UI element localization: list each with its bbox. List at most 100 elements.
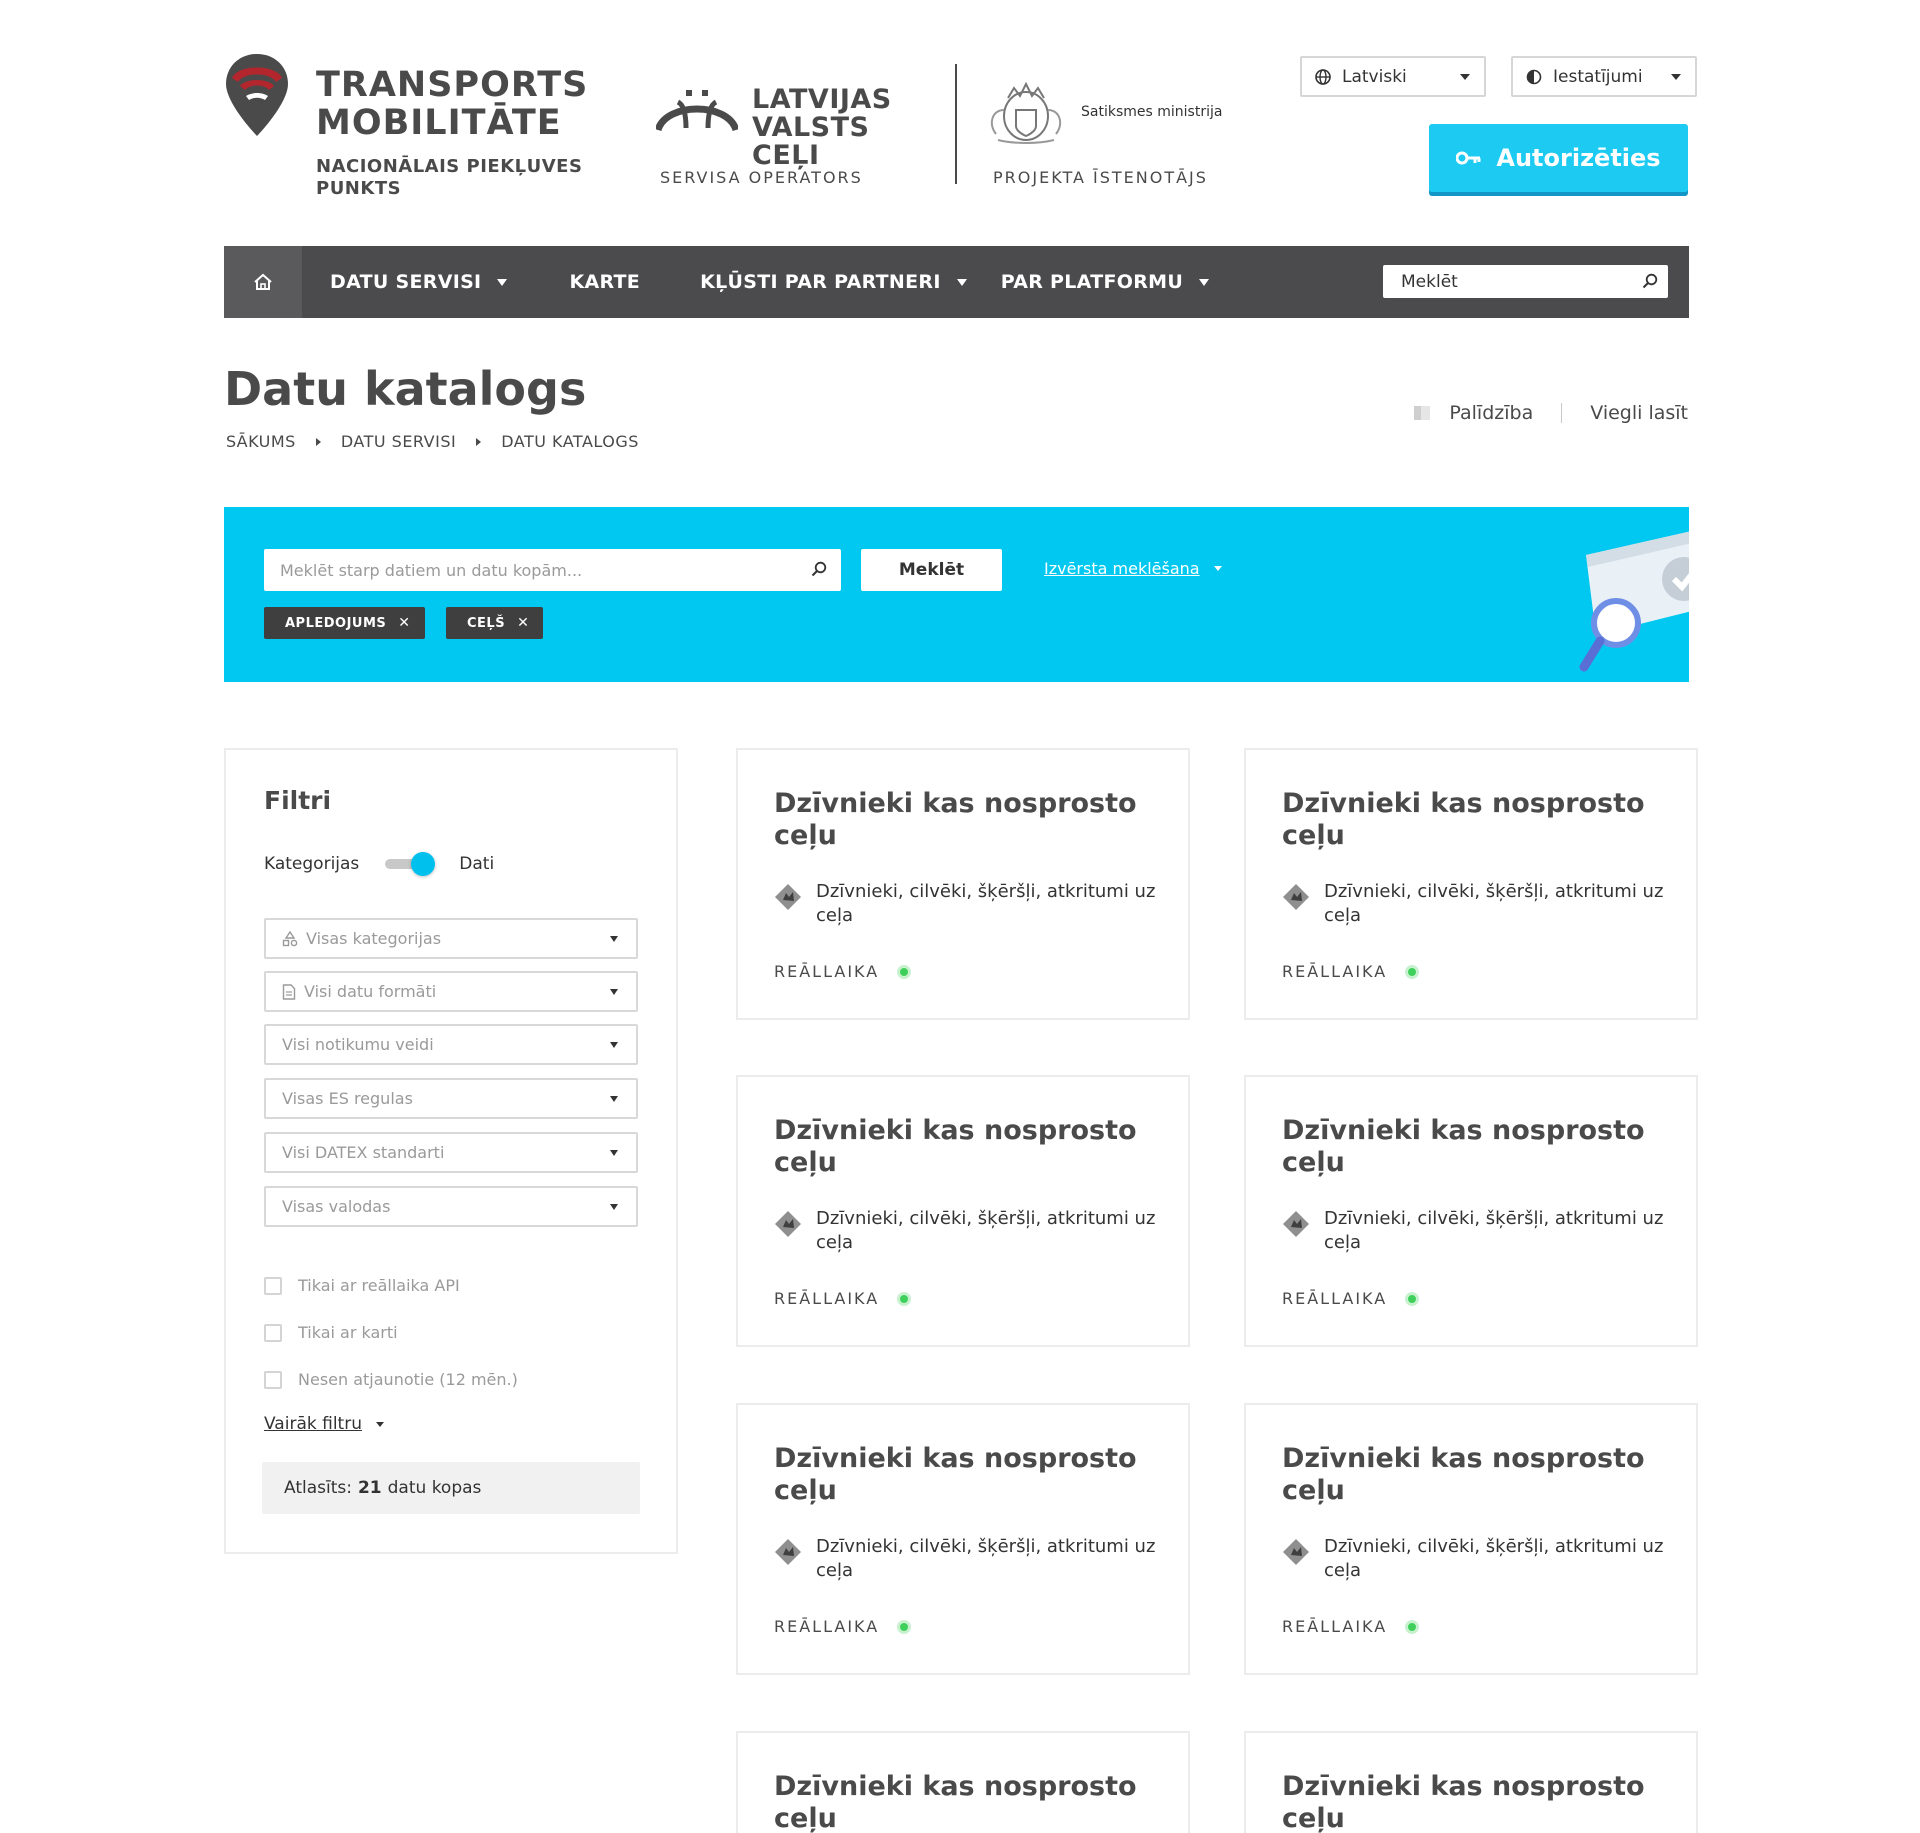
selected-count-box: Atlasīts: 21 datu kopas [262, 1462, 640, 1514]
nav-item-label: KARTE [569, 271, 641, 293]
home-button[interactable] [224, 246, 302, 318]
search-icon[interactable] [811, 561, 827, 577]
easy-read-link[interactable]: Viegli lasīt [1590, 402, 1688, 424]
checkbox-box[interactable] [264, 1370, 282, 1389]
ministry-logo: Satiksmes ministrija [984, 80, 1222, 150]
status-label: REĀLLAIKA [1282, 1617, 1388, 1636]
breadcrumb-item[interactable]: SĀKUMS [226, 432, 296, 451]
roadblock-icon [775, 884, 801, 910]
remove-tag-icon[interactable]: ✕ [398, 615, 410, 631]
nav-search-input[interactable]: Meklēt [1383, 265, 1668, 298]
book-icon [1414, 406, 1431, 420]
breadcrumb-item-current: DATU KATALOGS [501, 432, 639, 451]
dataset-card[interactable]: Dzīvnieki kas nosprosto ceļu Dzīvnieki, … [1244, 1403, 1698, 1675]
card-title[interactable]: Dzīvnieki kas nosprosto ceļu [774, 1443, 1154, 1507]
road-arch-logo-icon [656, 90, 738, 132]
brand-title: TRANSPORTS MOBILITĀTE [316, 65, 589, 143]
help-link[interactable]: Palīdzība [1449, 402, 1533, 424]
realtime-api-checkbox[interactable]: Tikai ar reāllaika API [264, 1276, 460, 1295]
brand-subtitle: NACIONĀLAIS PIEKĻUVES PUNKTS [316, 156, 583, 199]
settings-label: Iestatījumi [1553, 66, 1643, 87]
nav-item-map[interactable]: KARTE [541, 246, 700, 318]
status-dot-icon [1405, 964, 1420, 979]
card-title[interactable]: Dzīvnieki kas nosprosto ceļu [1282, 1115, 1662, 1179]
dataset-card[interactable]: Dzīvnieki kas nosprosto ceļu [1244, 1731, 1698, 1833]
checkbox-box[interactable] [264, 1323, 282, 1342]
caret-down-icon [610, 1096, 618, 1102]
roadblock-icon [775, 1539, 801, 1565]
card-title[interactable]: Dzīvnieki kas nosprosto ceļu [774, 788, 1154, 852]
card-title[interactable]: Dzīvnieki kas nosprosto ceļu [774, 1771, 1154, 1833]
link-divider [1561, 403, 1563, 423]
language-select[interactable]: Latviski [1300, 56, 1486, 97]
card-title[interactable]: Dzīvnieki kas nosprosto ceļu [774, 1115, 1154, 1179]
eu-regulation-select[interactable]: Visas ES regulas [264, 1078, 638, 1119]
view-toggle-row: Kategorijas Dati [264, 850, 494, 878]
card-description: Dzīvnieki, cilvēki, šķēršļi, atkritumi u… [816, 881, 1156, 926]
main-nav: DATU SERVISI KARTE KĻŪSTI PAR PARTNERI P… [224, 246, 1689, 318]
dataset-card[interactable]: Dzīvnieki kas nosprosto ceļu Dzīvnieki, … [1244, 748, 1698, 1020]
breadcrumb-item[interactable]: DATU SERVISI [341, 432, 456, 451]
nav-item-become-partner[interactable]: KĻŪSTI PAR PARTNERI [700, 246, 1001, 318]
roadblock-icon [775, 1211, 801, 1237]
header-divider [955, 64, 957, 184]
datex-standard-select[interactable]: Visi DATEX standarti [264, 1132, 638, 1173]
operator-role: SERVISA OPERATORS [660, 168, 863, 187]
dataset-card[interactable]: Dzīvnieki kas nosprosto ceļu Dzīvnieki, … [736, 748, 1190, 1020]
view-toggle[interactable] [379, 850, 436, 878]
search-icon[interactable] [1642, 273, 1658, 289]
nav-item-data-services[interactable]: DATU SERVISI [302, 246, 541, 318]
event-type-select[interactable]: Visi notikumu veidi [264, 1024, 638, 1065]
nav-item-about-platform[interactable]: PAR PLATFORMU [1001, 246, 1243, 318]
select-value: Visi datu formāti [304, 982, 437, 1001]
remove-tag-icon[interactable]: ✕ [517, 615, 529, 631]
language-label: Latviski [1342, 66, 1407, 87]
coat-of-arms-icon [990, 81, 1062, 144]
category-select[interactable]: Visas kategorijas [264, 918, 638, 959]
breadcrumb: SĀKUMS DATU SERVISI DATU KATALOGS [226, 432, 639, 451]
selected-suffix: datu kopas [387, 1478, 482, 1498]
select-value: Visi DATEX standarti [282, 1143, 445, 1162]
advanced-search-label: Izvērsta meklēšana [1044, 559, 1200, 578]
map-only-checkbox[interactable]: Tikai ar karti [264, 1323, 398, 1342]
card-status: REĀLLAIKA [774, 1289, 912, 1308]
card-title[interactable]: Dzīvnieki kas nosprosto ceļu [1282, 788, 1662, 852]
status-dot-icon [897, 964, 912, 979]
recently-updated-checkbox[interactable]: Nesen atjaunotie (12 mēn.) [264, 1370, 518, 1389]
card-title[interactable]: Dzīvnieki kas nosprosto ceļu [1282, 1771, 1662, 1833]
checkbox-label: Tikai ar karti [298, 1323, 398, 1342]
roadblock-icon [1283, 1539, 1309, 1565]
filter-tag-label: APLEDOJUMS [285, 615, 387, 631]
dataset-card[interactable]: Dzīvnieki kas nosprosto ceļu Dzīvnieki, … [736, 1075, 1190, 1347]
catalog-search-input[interactable]: Meklēt starp datiem un datu kopām... [264, 549, 841, 591]
advanced-search-link[interactable]: Izvērsta meklēšana [1044, 559, 1222, 578]
toggle-left-label: Kategorijas [264, 854, 360, 874]
dataset-card[interactable]: Dzīvnieki kas nosprosto ceļu Dzīvnieki, … [1244, 1075, 1698, 1347]
chevron-down-icon [1460, 74, 1470, 80]
dataset-card[interactable]: Dzīvnieki kas nosprosto ceļu Dzīvnieki, … [736, 1403, 1190, 1675]
caret-down-icon [497, 278, 508, 286]
settings-select[interactable]: Iestatījumi [1511, 56, 1697, 97]
key-icon [1456, 151, 1481, 165]
card-status: REĀLLAIKA [1282, 1617, 1420, 1636]
data-format-select[interactable]: Visi datu formāti [264, 971, 638, 1012]
location-pin-logo-icon [226, 54, 288, 136]
brand-logo[interactable]: TRANSPORTS MOBILITĀTE NACIONĀLAIS PIEKĻU… [224, 52, 604, 212]
caret-down-icon [610, 1042, 618, 1048]
dataset-card[interactable]: Dzīvnieki kas nosprosto ceļu [736, 1731, 1190, 1833]
search-button[interactable]: Meklēt [861, 549, 1002, 591]
more-filters-link[interactable]: Vairāk filtru [264, 1414, 384, 1434]
language-filter-select[interactable]: Visas valodas [264, 1186, 638, 1227]
filter-tag[interactable]: APLEDOJUMS ✕ [264, 607, 425, 639]
login-button[interactable]: Autorizēties [1429, 124, 1688, 192]
card-description: Dzīvnieki, cilvēki, šķēršļi, atkritumi u… [816, 1536, 1156, 1581]
status-label: REĀLLAIKA [774, 962, 880, 981]
checkbox-box[interactable] [264, 1276, 282, 1295]
selected-prefix: Atlasīts: [284, 1478, 352, 1498]
card-title[interactable]: Dzīvnieki kas nosprosto ceļu [1282, 1443, 1662, 1507]
caret-down-icon [1213, 566, 1222, 571]
filter-tag[interactable]: CEĻŠ ✕ [446, 607, 544, 639]
caret-down-icon [610, 1204, 618, 1210]
card-description: Dzīvnieki, cilvēki, šķēršļi, atkritumi u… [816, 1208, 1156, 1253]
select-value: Visas valodas [282, 1197, 391, 1216]
